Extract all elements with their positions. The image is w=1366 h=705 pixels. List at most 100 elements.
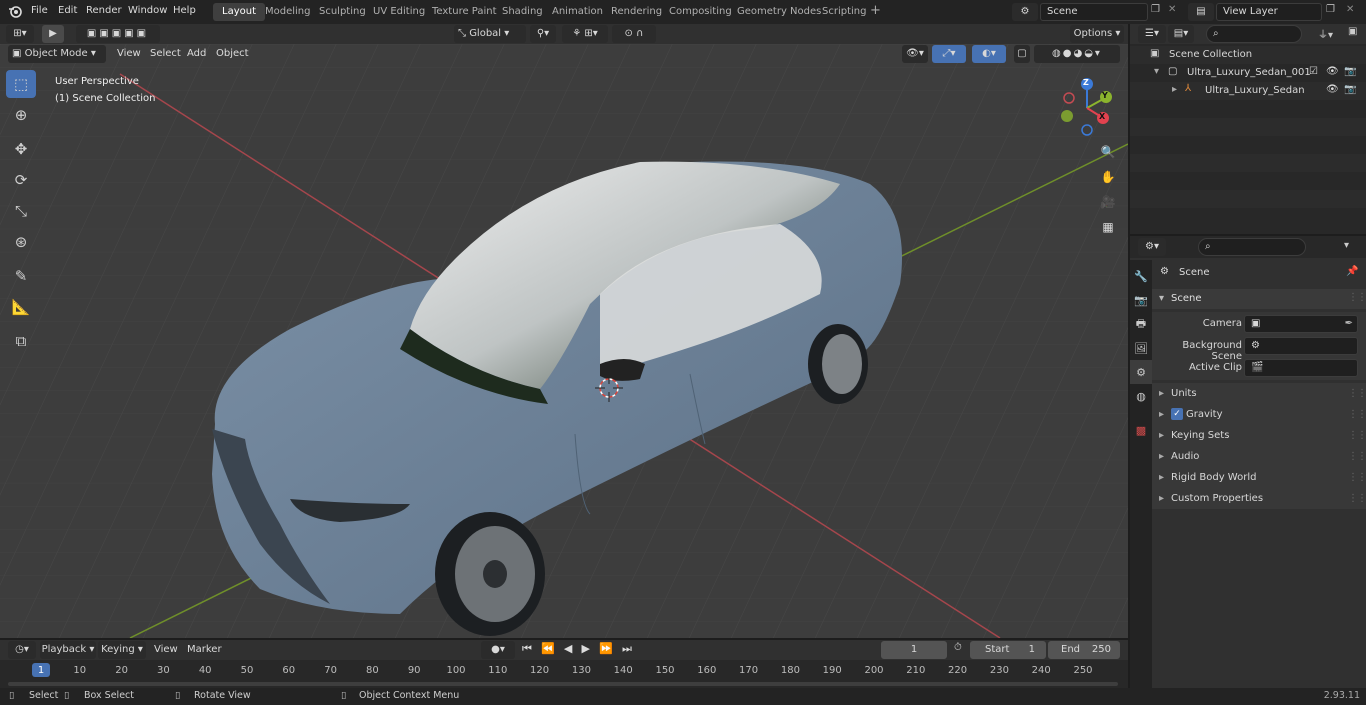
play-icon[interactable]: ▶ (582, 642, 590, 656)
outliner-row[interactable]: ▾ ▢ Ultra_Luxury_Sedan_001 ☑ 👁 📷 (1130, 64, 1366, 82)
tab-scripting[interactable]: Scripting (813, 3, 875, 21)
eyedropper-icon[interactable]: ✒ (1345, 316, 1357, 332)
outliner-row[interactable]: ▸ ⅄ Ultra_Luxury_Sedan 👁 📷 (1130, 82, 1366, 100)
viewport-menu-object[interactable]: Object (216, 44, 249, 64)
pivot-point-icon[interactable]: ⚲▾ (530, 25, 556, 43)
add-cube-tool-icon[interactable]: ⧉ (6, 327, 36, 355)
transform-tool-icon[interactable]: ⊛ (6, 228, 36, 256)
properties-editor-type-icon[interactable]: ⚙▾ (1138, 238, 1166, 256)
section-rigid-body-world[interactable]: ▸ Rigid Body World ⋮⋮ (1152, 467, 1366, 488)
scene-name-field[interactable]: Scene (1040, 3, 1148, 21)
view-layer-icon[interactable]: ▤ (1188, 3, 1214, 21)
collection-name[interactable]: Ultra_Luxury_Sedan_001 (1187, 67, 1311, 78)
select-box-tool-icon[interactable]: ⬚ (6, 70, 36, 98)
camera-render-icon[interactable]: 📷 (1344, 66, 1356, 77)
stopwatch-icon[interactable]: ⏱ (954, 642, 962, 653)
expand-arrow-icon[interactable]: ▸ (1172, 84, 1177, 95)
eye-icon[interactable]: 👁 (1326, 66, 1339, 77)
camera-field[interactable]: ▣ ✒ (1244, 315, 1358, 333)
section-keying-sets[interactable]: ▸ Keying Sets ⋮⋮ (1152, 425, 1366, 446)
include-checkbox-icon[interactable]: ☑ (1309, 66, 1318, 77)
menu-help[interactable]: Help (173, 0, 196, 22)
editor-type-icon[interactable]: ⊞▾ (6, 25, 34, 43)
scale-tool-icon[interactable]: ⤡ (6, 197, 36, 225)
jump-end-icon[interactable]: ⏭ (622, 642, 632, 656)
active-clip-field[interactable]: 🎬 (1244, 359, 1358, 377)
move-tool-icon[interactable]: ✥ (6, 135, 36, 163)
auto-keying-icon[interactable]: ●▾ (481, 641, 515, 659)
timeline-scrollbar[interactable] (8, 682, 1118, 686)
gizmo-toggle-icon[interactable]: ⤢▾ (932, 45, 966, 63)
proportional-editing-icon[interactable]: ⊙ ∩ (612, 25, 656, 43)
timeline-menu-keying[interactable]: Keying ▾ (98, 641, 146, 659)
render-tab-icon[interactable]: 📷 (1130, 288, 1152, 312)
add-workspace-button[interactable]: + (870, 3, 881, 18)
options-dropdown[interactable]: Options ▾ (1070, 25, 1124, 43)
xray-icon[interactable]: ▢ (1014, 45, 1030, 63)
perspective-toggle-icon[interactable]: ▦ (1096, 215, 1120, 239)
new-collection-icon[interactable]: ▣ (1348, 26, 1357, 37)
select-tool-icon[interactable]: ▶ (42, 25, 64, 43)
world-tab-icon[interactable]: ◍ (1130, 384, 1152, 408)
prev-keyframe-icon[interactable]: ⏪ (541, 642, 555, 656)
jump-start-icon[interactable]: ⏮ (522, 642, 532, 656)
drag-handle-icon[interactable]: ⋮⋮ (1348, 292, 1366, 303)
drag-handle-icon[interactable]: ⋮⋮ (1348, 446, 1366, 467)
overlay-toggle-icon[interactable]: ◐▾ (972, 45, 1006, 63)
cursor-tool-icon[interactable]: ⊕ (6, 101, 36, 129)
properties-search-input[interactable]: ⌕ (1198, 238, 1306, 256)
outliner-row[interactable]: ▣ Scene Collection (1130, 46, 1366, 64)
zoom-icon[interactable]: 🔍 (1096, 140, 1120, 164)
measure-tool-icon[interactable]: 📐 (6, 293, 36, 321)
background-scene-field[interactable]: ⚙ (1244, 337, 1358, 355)
expand-arrow-icon[interactable]: ▾ (1154, 66, 1159, 77)
3d-viewport[interactable]: User Perspective (1) Scene Collection Z … (0, 44, 1128, 638)
options-chevron-icon[interactable]: ▾ (1344, 240, 1349, 251)
visibility-icon[interactable]: 👁▾ (902, 45, 928, 63)
shading-mode-icons[interactable]: ◍●◕◒▾ (1034, 45, 1120, 63)
outliner-editor-type-icon[interactable]: ☰▾ (1138, 25, 1166, 43)
menu-render[interactable]: Render (86, 0, 122, 22)
end-frame-field[interactable]: End 250 (1048, 641, 1120, 659)
transform-orientation-dropdown[interactable]: ⤡ Global ▾ (454, 25, 526, 43)
viewport-menu-select[interactable]: Select (150, 44, 181, 64)
viewport-menu-view[interactable]: View (117, 44, 141, 64)
drag-handle-icon[interactable]: ⋮⋮ (1348, 467, 1366, 488)
mode-dropdown[interactable]: ▣ Object Mode ▾ (8, 45, 106, 63)
play-reverse-icon[interactable]: ◀ (564, 642, 572, 656)
scene-tab-icon[interactable]: ⚙ (1130, 360, 1152, 384)
menu-window[interactable]: Window (128, 0, 167, 22)
section-custom-properties[interactable]: ▸ Custom Properties ⋮⋮ (1152, 488, 1366, 509)
drag-handle-icon[interactable]: ⋮⋮ (1348, 425, 1366, 446)
section-audio[interactable]: ▸ Audio ⋮⋮ (1152, 446, 1366, 467)
navigation-gizmo[interactable]: Z Y X (1055, 74, 1119, 138)
new-view-layer-icon[interactable]: ❐ (1326, 4, 1335, 15)
start-frame-field[interactable]: Start 1 (970, 641, 1046, 659)
gravity-checkbox[interactable]: ✓ (1171, 408, 1183, 420)
timeline-menu-marker[interactable]: Marker (187, 640, 222, 660)
close-icon[interactable]: ✕ (1168, 4, 1176, 15)
drag-handle-icon[interactable]: ⋮⋮ (1348, 488, 1366, 509)
menu-edit[interactable]: Edit (58, 0, 77, 22)
display-mode-icon[interactable]: ▤▾ (1168, 25, 1194, 43)
rotate-tool-icon[interactable]: ⟳ (6, 166, 36, 194)
tool-tab-icon[interactable]: 🔧 (1130, 264, 1152, 288)
section-gravity[interactable]: ▸ ✓ Gravity ⋮⋮ (1152, 404, 1366, 425)
next-keyframe-icon[interactable]: ⏩ (599, 642, 613, 656)
snap-icon[interactable]: ⚘ ⊞▾ (562, 25, 608, 43)
filter-icon[interactable]: ⏚▾ (1318, 26, 1333, 41)
current-frame-field[interactable]: 1 (881, 641, 947, 659)
output-tab-icon[interactable]: 🖶 (1130, 312, 1152, 336)
view-layer-field[interactable]: View Layer (1216, 3, 1322, 21)
drag-handle-icon[interactable]: ⋮⋮ (1348, 383, 1366, 404)
timeline-menu-playback[interactable]: Playback ▾ (40, 641, 96, 659)
menu-file[interactable]: File (31, 0, 48, 22)
camera-render-icon[interactable]: 📷 (1344, 84, 1356, 95)
section-units[interactable]: ▸ Units ⋮⋮ (1152, 383, 1366, 404)
selection-mode-icons[interactable]: ▣▣▣▣▣ (76, 25, 160, 43)
drag-handle-icon[interactable]: ⋮⋮ (1348, 404, 1366, 425)
scene-browse-icon[interactable]: ⚙ (1012, 3, 1038, 21)
outliner-search-input[interactable]: ⌕ (1206, 25, 1302, 43)
remove-view-layer-icon[interactable]: ✕ (1346, 4, 1354, 15)
viewport-menu-add[interactable]: Add (187, 44, 206, 64)
